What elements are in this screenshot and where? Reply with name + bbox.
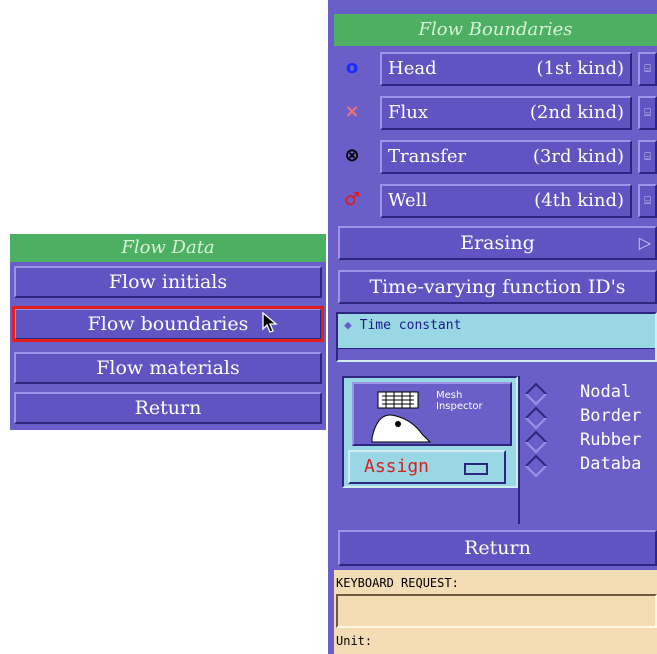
radio-diamond-icon xyxy=(524,382,548,406)
head-settings-button[interactable]: ⌸ xyxy=(638,52,657,86)
radio-diamond-icon xyxy=(524,430,548,454)
radio-diamond-icon xyxy=(524,454,548,478)
mesh-label: Mesh xyxy=(436,390,463,401)
cross-icon: × xyxy=(336,96,368,128)
mesh-inspector-label: Mesh Inspector xyxy=(436,390,483,412)
erasing-button[interactable]: Erasing ▷ xyxy=(338,226,657,260)
transfer-glyph: ⊗ xyxy=(344,145,360,166)
border-label: Border xyxy=(580,406,642,426)
nodal-label: Nodal xyxy=(580,382,632,402)
inspector-label: Inspector xyxy=(436,401,483,412)
erasing-label: Erasing xyxy=(460,232,535,254)
flux-settings-button[interactable]: ⌸ xyxy=(638,96,657,130)
well-boundary-button[interactable]: Well (4th kind) xyxy=(380,184,632,218)
transfer-kind: (3rd kind) xyxy=(532,146,624,167)
time-constant-label: Time constant xyxy=(359,318,462,333)
head-boundary-button[interactable]: Head (1st kind) xyxy=(380,52,632,86)
border-radio[interactable]: Border xyxy=(524,406,657,430)
circle-icon: o xyxy=(336,52,368,84)
rubber-label: Rubber xyxy=(580,430,642,450)
flux-boundary-button[interactable]: Flux (2nd kind) xyxy=(380,96,632,130)
head-label: Head xyxy=(388,58,437,79)
flux-kind: (2nd kind) xyxy=(529,102,624,123)
radio-diamond-icon xyxy=(524,406,548,430)
head-glyph: o xyxy=(345,57,359,78)
keyboard-input[interactable] xyxy=(336,594,657,628)
time-function-list: ◆ Time constant xyxy=(336,312,657,362)
mesh-inspector-icon xyxy=(371,391,432,443)
inspector-box: Mesh Inspector Assign xyxy=(342,376,518,488)
flow-boundaries-return-button[interactable]: Return xyxy=(338,530,657,566)
flow-initials-button[interactable]: Flow initials xyxy=(14,266,322,298)
well-icon: ♂ xyxy=(336,184,368,216)
time-constant-item[interactable]: ◆ Time constant xyxy=(344,318,461,333)
horizontal-scrollbar[interactable] xyxy=(338,348,655,360)
well-label: Well xyxy=(388,190,428,211)
time-varying-button[interactable]: Time-varying function ID's xyxy=(338,270,657,304)
diamond-icon: ◆ xyxy=(344,318,352,333)
well-settings-button[interactable]: ⌸ xyxy=(638,184,657,218)
selection-mode-group: Nodal Border Rubber Databa xyxy=(518,376,657,524)
flow-boundaries-panel: Flow Boundaries o Head (1st kind) ⌸ × Fl… xyxy=(328,0,657,654)
rubber-radio[interactable]: Rubber xyxy=(524,430,657,454)
assign-label: Assign xyxy=(364,456,430,477)
head-kind: (1st kind) xyxy=(536,58,624,79)
flow-boundaries-title: Flow Boundaries xyxy=(334,14,657,46)
flow-data-title: Flow Data xyxy=(10,234,326,262)
mesh-inspector-button[interactable]: Mesh Inspector xyxy=(352,382,512,446)
mouse-cursor-icon xyxy=(262,312,278,333)
flux-label: Flux xyxy=(388,102,428,123)
database-label: Databa xyxy=(580,454,642,474)
flow-data-return-button[interactable]: Return xyxy=(14,392,322,424)
unit-label: Unit: xyxy=(336,634,373,648)
keyboard-request-area: KEYBOARD REQUEST: Unit: xyxy=(334,570,657,654)
assign-indicator xyxy=(464,463,488,475)
transfer-settings-button[interactable]: ⌸ xyxy=(638,140,657,174)
transfer-boundary-button[interactable]: Transfer (3rd kind) xyxy=(380,140,632,174)
assign-button[interactable]: Assign xyxy=(348,450,506,484)
well-kind: (4th kind) xyxy=(534,190,624,211)
flow-data-menu: Flow Data Flow initials Flow boundaries … xyxy=(10,234,326,430)
database-radio[interactable]: Databa xyxy=(524,454,657,478)
flow-materials-button[interactable]: Flow materials xyxy=(14,352,322,384)
nodal-radio[interactable]: Nodal xyxy=(524,382,657,406)
circled-cross-icon: ⊗ xyxy=(336,140,368,172)
keyboard-request-label: KEYBOARD REQUEST: xyxy=(336,576,459,590)
flux-glyph: × xyxy=(344,101,360,122)
well-glyph: ♂ xyxy=(343,189,361,210)
play-arrow-icon: ▷ xyxy=(638,233,651,252)
transfer-label: Transfer xyxy=(388,146,467,167)
